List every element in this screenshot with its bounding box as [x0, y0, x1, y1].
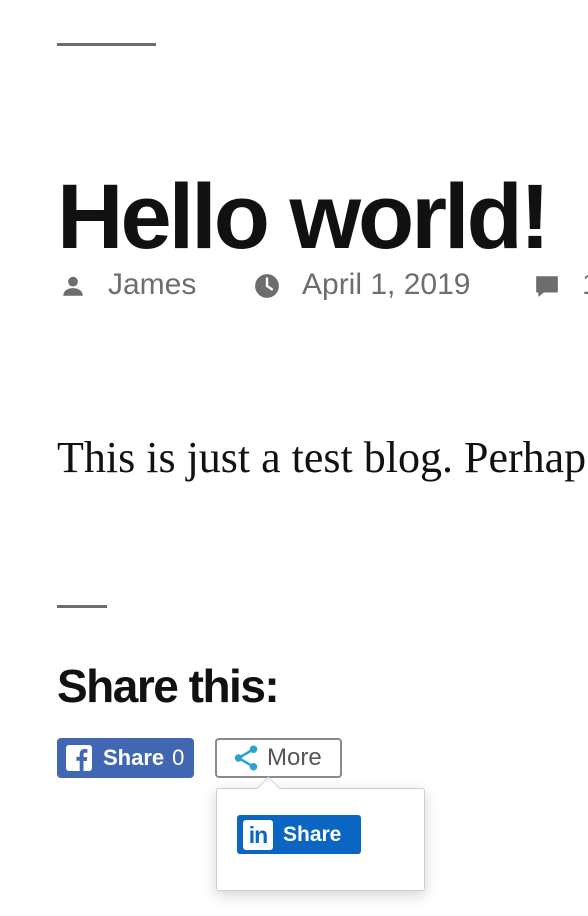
clock-icon [255, 274, 279, 298]
share-heading: Share this: [57, 660, 280, 712]
more-share-popup: in Share [216, 776, 425, 891]
title-divider [57, 43, 156, 46]
comment-count[interactable]: 1 [582, 262, 588, 308]
author-name[interactable]: James [108, 262, 196, 308]
share-icon [234, 745, 258, 771]
facebook-share-label: Share [103, 745, 165, 770]
post-excerpt: This is just a test blog. Perhaps [57, 433, 588, 482]
comment-icon [536, 276, 558, 297]
linkedin-share-button[interactable]: in Share [237, 815, 361, 854]
linkedin-icon: in [243, 819, 273, 850]
date-text[interactable]: April 1, 2019 [302, 262, 470, 308]
person-icon [63, 276, 83, 296]
facebook-share-button[interactable]: Share 0 [57, 738, 194, 778]
more-share-button[interactable]: More [215, 738, 342, 778]
share-divider [57, 605, 107, 608]
facebook-share-count: 0 [172, 745, 185, 770]
popup-arrow [256, 776, 281, 801]
facebook-icon [66, 745, 92, 771]
more-share-label: More [267, 744, 322, 771]
post-title[interactable]: Hello world! [57, 162, 550, 272]
linkedin-share-label: Share [283, 822, 342, 846]
